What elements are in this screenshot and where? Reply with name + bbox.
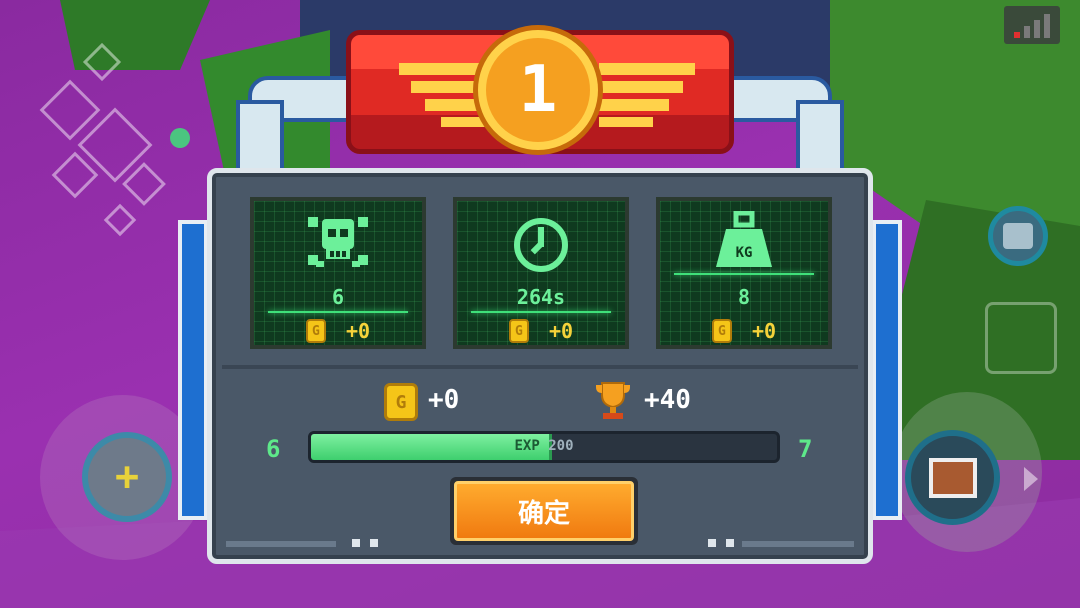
weight-card: KG 8 G +0 xyxy=(656,197,832,349)
weight-icon xyxy=(716,211,772,267)
clock-icon xyxy=(514,218,568,272)
exp-label: EXP xyxy=(514,438,540,454)
weapon-button[interactable] xyxy=(905,430,1000,525)
skull-icon xyxy=(308,217,368,267)
right-wing-icon xyxy=(599,63,695,127)
right-arrow-icon xyxy=(1024,467,1038,491)
exp-progress-bar: EXP 200 xyxy=(308,431,780,463)
add-button[interactable]: + xyxy=(82,432,172,522)
divider xyxy=(222,365,858,369)
kills-value: 6 xyxy=(331,285,345,309)
coin-icon: G xyxy=(305,319,326,343)
squad-button[interactable] xyxy=(988,206,1048,266)
frame-pillar-left xyxy=(178,220,208,520)
time-reward: G +0 xyxy=(457,319,625,343)
signal-strength-icon xyxy=(1004,6,1060,44)
exp-amount: 200 xyxy=(548,438,574,454)
confirm-button[interactable]: 确定 xyxy=(450,477,638,545)
kills-reward: G +0 xyxy=(254,319,422,343)
player-marker-icon xyxy=(170,128,190,148)
frame-pillar-right xyxy=(872,220,902,520)
totals-row: G +0 +40 xyxy=(212,379,868,423)
total-trophies: +40 xyxy=(644,385,691,415)
weight-icon-label: KG xyxy=(735,245,753,261)
rank-badge: 1 xyxy=(478,30,598,150)
survival-time-value: 264s xyxy=(516,285,566,309)
trophy-icon xyxy=(596,382,630,419)
weight-value: 8 xyxy=(737,285,751,309)
current-level: 6 xyxy=(266,435,281,463)
squad-icon xyxy=(1003,223,1033,249)
weight-reward: G +0 xyxy=(660,319,828,343)
next-level: 7 xyxy=(798,435,813,463)
total-coins: +0 xyxy=(428,385,460,415)
survival-time-card: 264s G +0 xyxy=(453,197,629,349)
plus-icon: + xyxy=(114,454,140,500)
coin-icon: G xyxy=(508,319,529,343)
confirm-button-label: 确定 xyxy=(454,481,634,541)
coin-icon: G xyxy=(384,383,418,421)
empty-slot[interactable] xyxy=(985,302,1057,374)
coin-icon: G xyxy=(711,319,732,343)
weapon-icon xyxy=(928,457,977,498)
kills-card: 6 G +0 xyxy=(250,197,426,349)
match-result-panel: 6 G +0 264s G +0 KG 8 G +0 G +0 +40 6 EX… xyxy=(207,168,873,564)
